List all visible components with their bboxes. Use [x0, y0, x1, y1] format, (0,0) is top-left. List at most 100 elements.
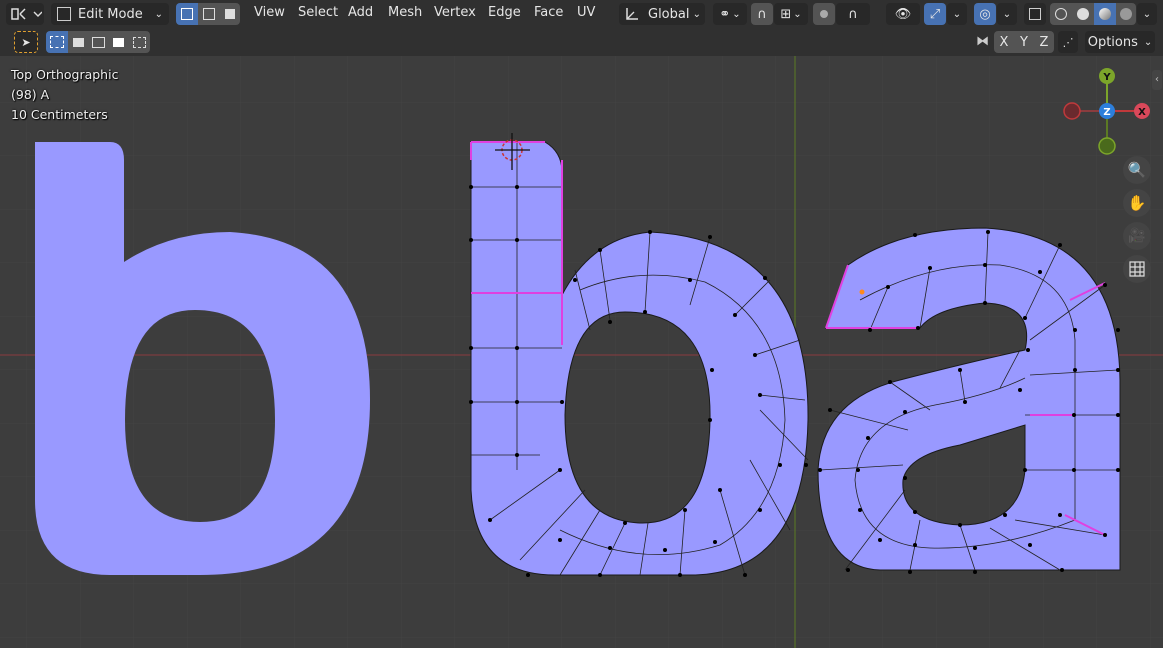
grid-icon: [1129, 261, 1145, 277]
face-select-button[interactable]: [220, 3, 240, 25]
select-set-icon: [50, 36, 64, 48]
editor-type-button[interactable]: [6, 3, 44, 25]
shading-dropdown[interactable]: ⌄: [1137, 3, 1157, 25]
rendered-sphere-icon: [1120, 8, 1132, 20]
overlays-icon: ◎: [979, 6, 991, 22]
magnet-icon: ∩: [757, 6, 767, 22]
select-mode-intersect[interactable]: [128, 31, 150, 53]
select-intersect-icon: [132, 36, 146, 48]
chevron-down-icon: ⌄: [1143, 36, 1153, 48]
chevron-left-icon: ‹: [1155, 74, 1159, 85]
mode-dropdown[interactable]: Edit Mode ⌄: [51, 3, 169, 25]
link-icon: ⚭: [719, 6, 731, 22]
chevron-down-icon: ⌄: [732, 8, 741, 20]
viewport-canvas[interactable]: [0, 56, 1163, 648]
grid-scale-label: 10 Centimeters: [11, 107, 108, 122]
material-sphere-icon: [1099, 8, 1111, 20]
snap-toggle[interactable]: ∩: [751, 3, 773, 25]
blender-window: Edit Mode ⌄ View Select Add Mesh Vertex …: [0, 0, 1163, 648]
gizmo-icon: ⤢: [929, 6, 941, 22]
options-label: Options: [1087, 34, 1138, 50]
zoom-button[interactable]: 🔍: [1123, 156, 1151, 184]
orientation-label: Global: [648, 6, 690, 22]
menu-add[interactable]: Add: [348, 5, 373, 20]
edge-select-button[interactable]: [198, 3, 220, 25]
shading-material[interactable]: [1094, 3, 1116, 25]
options-dropdown[interactable]: Options ⌄: [1085, 31, 1155, 53]
select-mode-invert[interactable]: [108, 31, 128, 53]
visibility-dropdown[interactable]: 👁: [886, 3, 920, 25]
snap-increment-icon: ⊞: [780, 6, 792, 22]
mirror-y-label: Y: [1020, 34, 1028, 50]
mirror-x-toggle[interactable]: X: [994, 31, 1014, 53]
select-invert-icon: [112, 37, 124, 47]
chevron-down-icon: ⌄: [692, 8, 701, 20]
chevron-down-icon: ⌄: [1142, 8, 1152, 20]
xray-toggle[interactable]: [1024, 3, 1046, 25]
tool-settings-bar: ➤ ⧓ X Y Z ⋰ Options ⌄: [0, 28, 1163, 57]
pivot-point-dropdown[interactable]: ⚭ ⌄: [713, 3, 747, 25]
wireframe-sphere-icon: [1055, 8, 1067, 20]
gizmo-neg-x-axis[interactable]: [1063, 102, 1081, 120]
shading-solid[interactable]: [1072, 3, 1094, 25]
select-subtract-icon: [91, 36, 105, 48]
mirror-z-toggle[interactable]: Z: [1034, 31, 1054, 53]
edit-mode-icon: [57, 7, 71, 21]
eye-icon: 👁: [894, 6, 912, 22]
shading-rendered[interactable]: [1116, 3, 1136, 25]
falloff-dropdown[interactable]: ∩: [836, 3, 870, 25]
overlays-dropdown[interactable]: ⌄: [997, 3, 1017, 25]
select-mode-set[interactable]: [46, 31, 68, 53]
chevron-down-icon: ⌄: [952, 8, 962, 20]
pan-button[interactable]: ✋: [1123, 189, 1151, 217]
sidebar-toggle[interactable]: ‹: [1152, 70, 1162, 90]
vertex-select-button[interactable]: [176, 3, 198, 25]
chevron-down-icon: ⌄: [154, 8, 163, 20]
proportional-edit-toggle[interactable]: [813, 3, 835, 25]
ortho-toggle-button[interactable]: [1123, 255, 1151, 283]
shading-wireframe[interactable]: [1050, 3, 1072, 25]
menu-select[interactable]: Select: [298, 5, 338, 20]
menu-face[interactable]: Face: [534, 5, 563, 20]
magnifier-plus-icon: 🔍: [1127, 161, 1147, 179]
hand-icon: ✋: [1127, 194, 1147, 212]
chevron-down-icon: ⌄: [793, 8, 802, 20]
auto-merge-toggle[interactable]: ⋰: [1058, 31, 1078, 53]
select-mode-subtract[interactable]: [88, 31, 108, 53]
menu-mesh[interactable]: Mesh: [388, 5, 422, 20]
gizmo-toggle[interactable]: ⤢: [924, 3, 946, 25]
mirror-z-label: Z: [1039, 34, 1049, 50]
mirror-x-label: X: [999, 34, 1009, 50]
3d-viewport[interactable]: Top Orthographic (98) A 10 Centimeters Y…: [0, 56, 1163, 648]
menu-vertex[interactable]: Vertex: [434, 5, 476, 20]
solid-sphere-icon: [1077, 8, 1089, 20]
object-origin: [859, 289, 865, 295]
gizmo-z-label: Z: [1103, 107, 1110, 118]
select-extend-icon: [72, 37, 84, 47]
menu-view[interactable]: View: [254, 5, 285, 20]
gizmo-neg-y-axis[interactable]: [1098, 137, 1116, 155]
face-select-icon: [225, 9, 235, 19]
edge-select-icon: [203, 8, 215, 20]
gizmo-dropdown[interactable]: ⌄: [947, 3, 967, 25]
transform-orientation-dropdown[interactable]: Global ⌄: [619, 3, 705, 25]
mirror-y-toggle[interactable]: Y: [1014, 31, 1034, 53]
gizmo-y-label: Y: [1102, 72, 1111, 83]
select-mode-extend[interactable]: [68, 31, 88, 53]
view-name-label: Top Orthographic: [11, 67, 119, 82]
falloff-curve-icon: ∩: [848, 6, 858, 22]
menu-uv[interactable]: UV: [577, 5, 595, 20]
auto-merge-icon: ⋰: [1062, 35, 1074, 49]
menu-edge[interactable]: Edge: [488, 5, 521, 20]
cursor-arrow-icon: ➤: [21, 35, 31, 49]
navigation-gizmo[interactable]: Y X Z: [1062, 66, 1152, 166]
editor-type-icon: [11, 8, 42, 20]
mirror-icon: ⧓: [976, 34, 989, 49]
mode-label: Edit Mode: [78, 6, 143, 22]
overlays-toggle[interactable]: ◎: [974, 3, 996, 25]
orientation-icon: [626, 8, 638, 20]
select-tool-button[interactable]: ➤: [14, 31, 38, 53]
camera-view-button[interactable]: 🎥: [1123, 222, 1151, 250]
snap-target-dropdown[interactable]: ⊞ ⌄: [774, 3, 808, 25]
xray-icon: [1029, 8, 1041, 20]
